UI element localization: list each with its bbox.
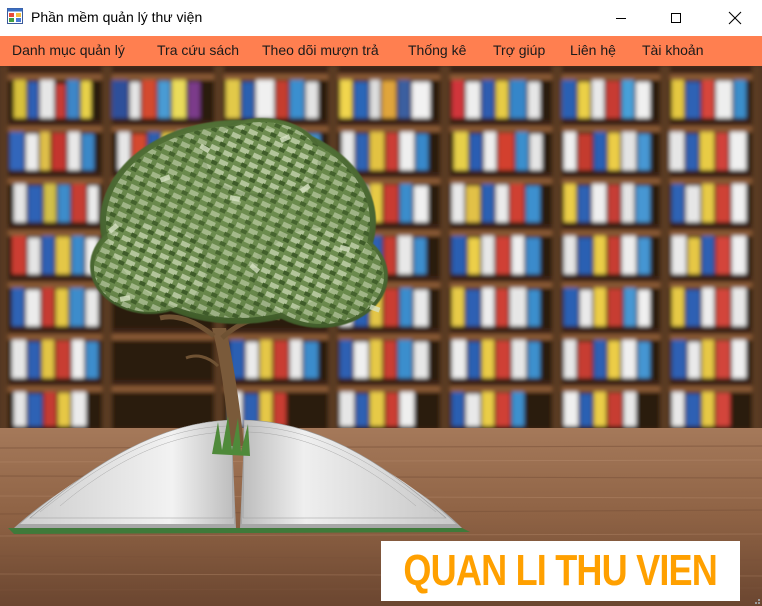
resize-grip-icon[interactable] xyxy=(751,595,761,605)
menu-lien-he[interactable]: Liên hệ xyxy=(570,42,616,58)
menu-tai-khoan[interactable]: Tài khoản xyxy=(642,42,703,58)
app-banner: QUAN LI THU VIEN xyxy=(381,541,740,601)
banner-title: QUAN LI THU VIEN xyxy=(403,546,718,595)
minimize-button[interactable] xyxy=(598,0,644,35)
menu-thong-ke[interactable]: Thống kê xyxy=(408,42,466,58)
close-icon xyxy=(728,11,742,24)
menu-tra-cuu-sach[interactable]: Tra cứu sách xyxy=(157,42,239,58)
window-title: Phần mềm quản lý thư viện xyxy=(31,9,203,25)
library-scene xyxy=(0,66,762,606)
close-button[interactable] xyxy=(712,0,758,35)
menu-danh-muc-quan-ly[interactable]: Danh mục quản lý xyxy=(12,42,125,58)
menu-tro-giup[interactable]: Trợ giúp xyxy=(493,42,545,58)
windows-forms-icon xyxy=(7,8,23,24)
menu-bar: Danh mục quản lý Tra cứu sách Theo dõi m… xyxy=(0,36,762,66)
minimize-icon xyxy=(616,17,626,19)
background-image xyxy=(0,66,762,606)
menu-theo-doi-muon-tra[interactable]: Theo dõi mượn trả xyxy=(262,42,379,58)
main-window: Phần mềm quản lý thư viện Danh mục quản … xyxy=(0,0,762,606)
maximize-button[interactable] xyxy=(653,0,699,35)
maximize-icon xyxy=(671,12,681,23)
title-bar[interactable]: Phần mềm quản lý thư viện xyxy=(0,0,762,35)
